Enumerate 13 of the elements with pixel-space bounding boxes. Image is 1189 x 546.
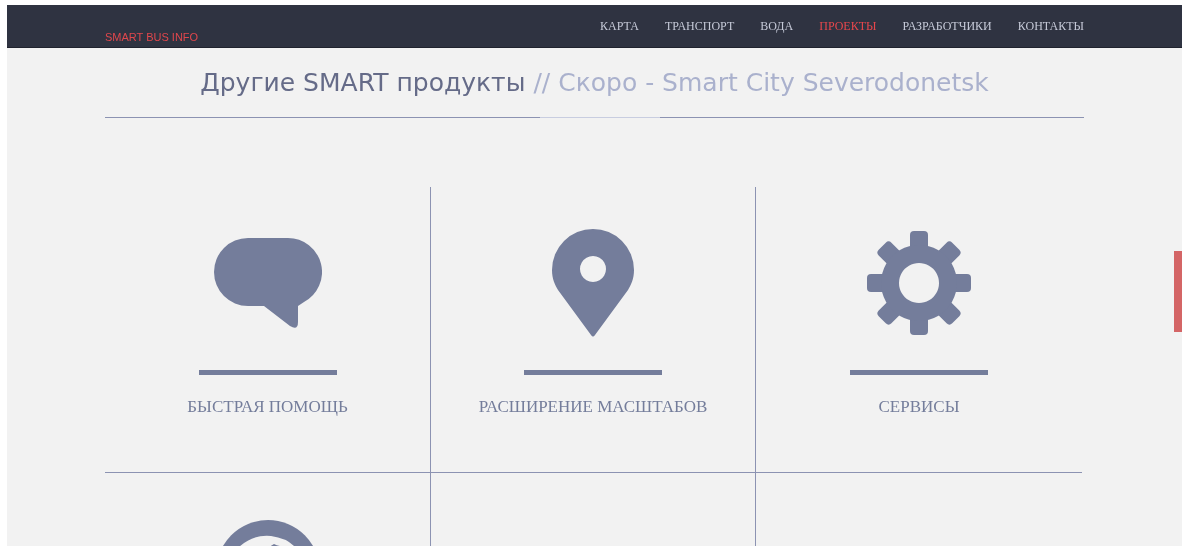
- nav-link[interactable]: ТРАНСПОРТ: [665, 18, 735, 34]
- nav-link[interactable]: ВОДА: [760, 18, 794, 34]
- side-tab[interactable]: [1174, 251, 1182, 332]
- page-heading: Другие SMART продукты // Скоро - Smart City Severodonetsk: [200, 68, 989, 97]
- location-pin-icon: [552, 229, 634, 337]
- feature-label: РАСШИРЕНИЕ МАСШТАБОВ: [478, 397, 708, 417]
- nav-link[interactable]: РАЗРАБОТЧИКИ: [902, 18, 992, 34]
- nav-link[interactable]: КАРТА: [600, 18, 639, 34]
- nav-link[interactable]: КОНТАКТЫ: [1017, 18, 1084, 34]
- speech-bubble-icon: [213, 237, 322, 329]
- feature-label: СЕРВИСЫ: [878, 397, 960, 417]
- gear-icon: [865, 229, 973, 337]
- feature-label: БЫСТРАЯ ПОМОЩЬ: [187, 397, 348, 417]
